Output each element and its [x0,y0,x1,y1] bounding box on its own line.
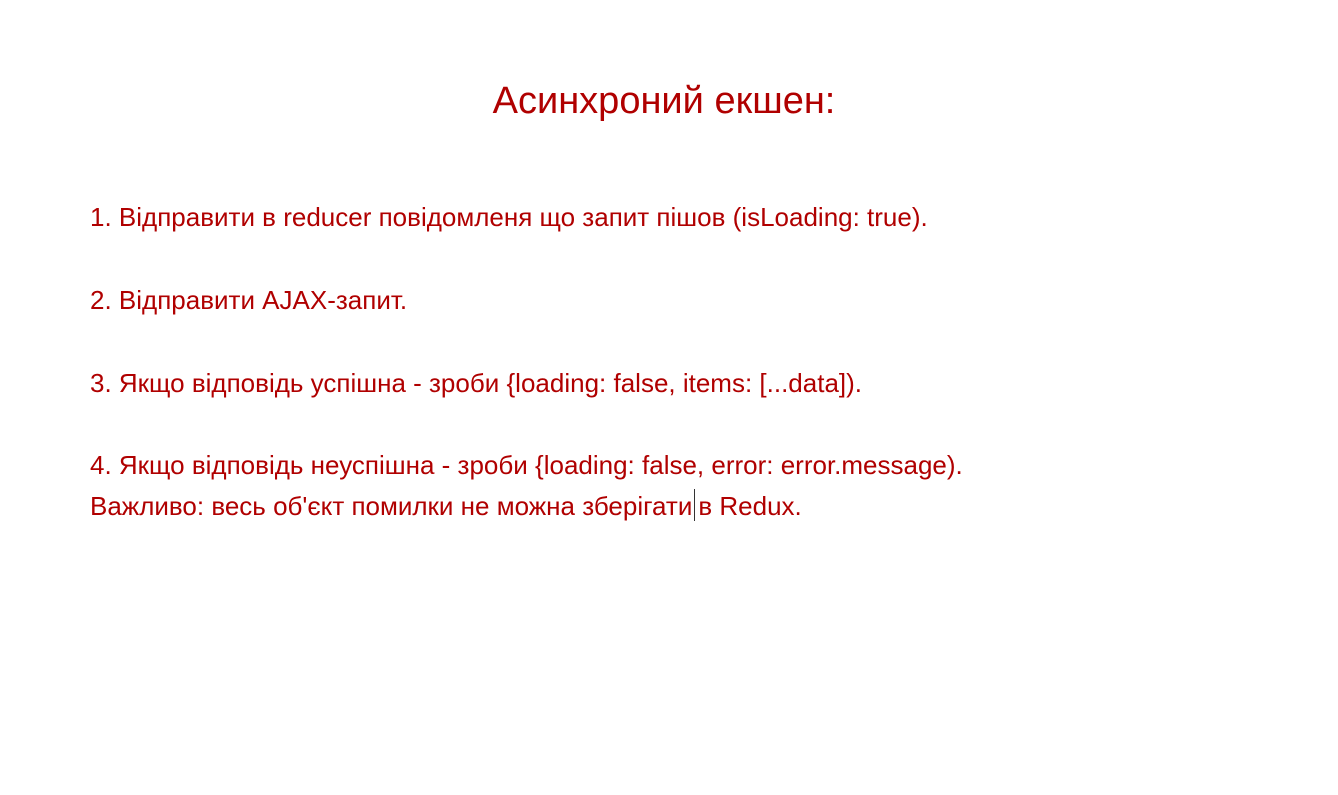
slide-canvas[interactable]: Асинхроний екшен: 1. Відправити в reduce… [0,0,1338,795]
step-4-text[interactable]: 4. Якщо відповідь неуспішна - зроби {loa… [90,449,963,481]
important-note-text[interactable]: Важливо: весь об'єкт помилки не можна зб… [90,489,802,522]
step-2-text[interactable]: 2. Відправити AJAX-запит. [90,284,407,316]
important-note-part-2: в Redux. [698,491,802,521]
slide-title[interactable]: Асинхроний екшен: [0,78,1328,124]
step-1-text[interactable]: 1. Відправити в reducer повідомленя що з… [90,201,928,233]
step-3-text[interactable]: 3. Якщо відповідь успішна - зроби {loadi… [90,367,862,399]
text-cursor-caret [694,489,696,521]
important-note-part-1: Важливо: весь об'єкт помилки не можна зб… [90,491,693,521]
